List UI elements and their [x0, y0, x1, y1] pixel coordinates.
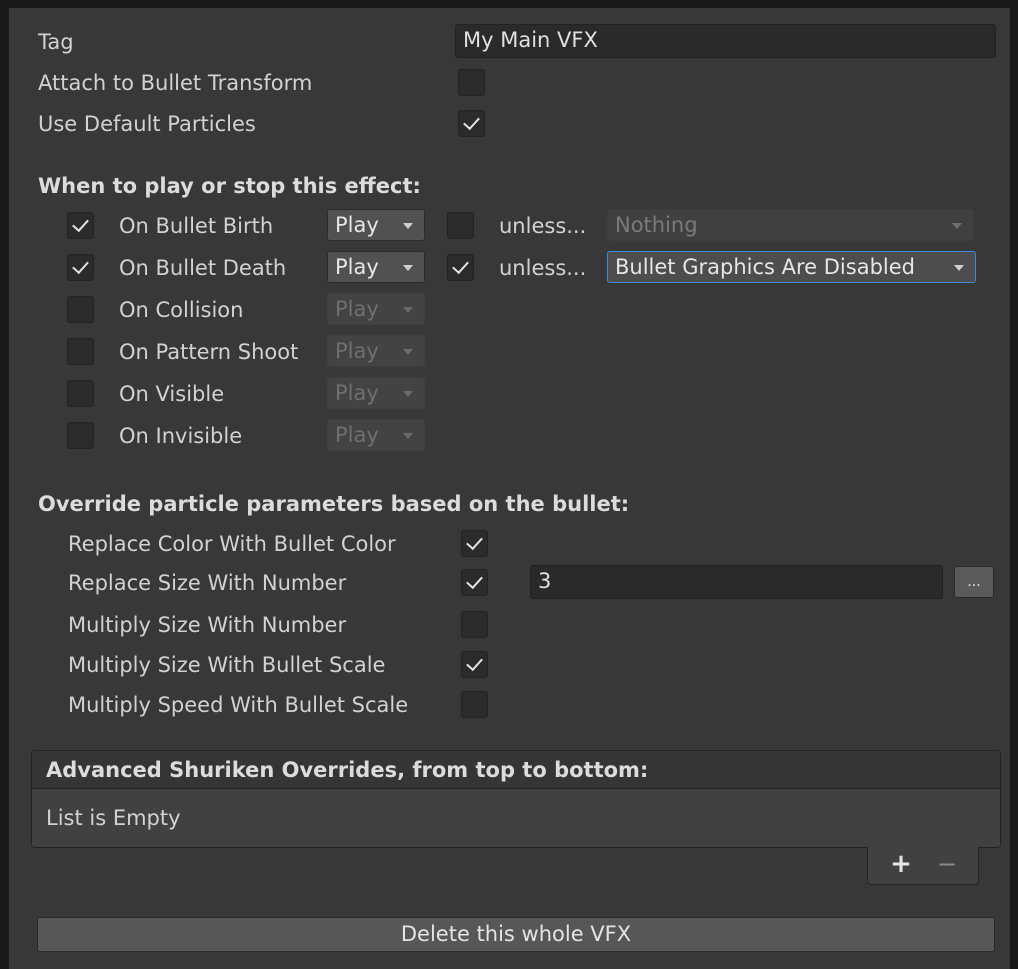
on-invisible-checkbox[interactable]	[67, 422, 94, 449]
dropdown-value: Play	[335, 381, 379, 405]
on-collision-checkbox[interactable]	[67, 296, 94, 323]
replace-color-label: Replace Color With Bullet Color	[68, 532, 396, 556]
advanced-overrides-list: Advanced Shuriken Overrides, from top to…	[31, 750, 1001, 848]
on-collision-action-dropdown[interactable]: Play	[327, 293, 425, 325]
multiply-speed-scale-checkbox[interactable]	[461, 691, 488, 718]
replace-color-checkbox[interactable]	[461, 530, 488, 557]
remove-item-button[interactable]: −	[930, 847, 964, 881]
on-pattern-shoot-action-dropdown[interactable]: Play	[327, 335, 425, 367]
on-bullet-death-condition-dropdown[interactable]: Bullet Graphics Are Disabled	[607, 251, 976, 283]
on-bullet-birth-action-dropdown[interactable]: Play	[327, 209, 425, 241]
more-options-button[interactable]: ...	[954, 566, 994, 598]
delete-vfx-button[interactable]: Delete this whole VFX	[37, 917, 995, 952]
multiply-size-number-label: Multiply Size With Number	[68, 613, 347, 637]
on-bullet-death-label: On Bullet Death	[119, 256, 287, 280]
multiply-size-number-checkbox[interactable]	[461, 611, 488, 638]
dropdown-value: Play	[335, 297, 379, 321]
caret-down-icon	[954, 265, 964, 271]
advanced-overrides-body: List is Empty	[32, 789, 1000, 847]
on-bullet-death-action-dropdown[interactable]: Play	[327, 251, 425, 283]
replace-size-label: Replace Size With Number	[68, 571, 347, 595]
on-bullet-birth-unless-label: unless...	[499, 214, 587, 238]
default-particles-checkbox[interactable]	[458, 110, 485, 137]
on-visible-action-dropdown[interactable]: Play	[327, 377, 425, 409]
tag-label: Tag	[38, 30, 74, 54]
replace-size-checkbox[interactable]	[461, 569, 488, 596]
caret-down-icon	[403, 391, 413, 397]
dropdown-value: Play	[335, 213, 379, 237]
multiply-speed-scale-label: Multiply Speed With Bullet Scale	[68, 693, 409, 717]
attach-transform-checkbox[interactable]	[458, 69, 485, 96]
caret-down-icon	[403, 433, 413, 439]
multiply-size-scale-checkbox[interactable]	[461, 651, 488, 678]
on-bullet-birth-checkbox[interactable]	[67, 212, 94, 239]
dropdown-value: Play	[335, 255, 379, 279]
on-visible-label: On Visible	[119, 382, 225, 406]
list-footer: + −	[867, 847, 979, 885]
on-bullet-birth-label: On Bullet Birth	[119, 214, 274, 238]
on-collision-label: On Collision	[119, 298, 244, 322]
replace-size-number-input[interactable]: 3	[530, 565, 943, 599]
on-bullet-death-unless-checkbox[interactable]	[447, 254, 474, 281]
caret-down-icon	[403, 307, 413, 313]
on-bullet-birth-unless-checkbox[interactable]	[447, 212, 474, 239]
override-section-heading: Override particle parameters based on th…	[38, 492, 630, 516]
caret-down-icon	[952, 223, 962, 229]
on-pattern-shoot-label: On Pattern Shoot	[119, 340, 299, 364]
list-empty-text: List is Empty	[46, 806, 181, 830]
caret-down-icon	[403, 349, 413, 355]
on-bullet-death-unless-label: unless...	[499, 256, 587, 280]
attach-transform-label: Attach to Bullet Transform	[38, 71, 313, 95]
dropdown-value: Play	[335, 423, 379, 447]
default-particles-label: Use Default Particles	[38, 112, 256, 136]
play-section-heading: When to play or stop this effect:	[38, 174, 421, 198]
caret-down-icon	[403, 265, 413, 271]
dropdown-value: Nothing	[615, 213, 698, 237]
on-invisible-action-dropdown[interactable]: Play	[327, 419, 425, 451]
dropdown-value: Bullet Graphics Are Disabled	[615, 255, 915, 279]
on-visible-checkbox[interactable]	[67, 380, 94, 407]
on-invisible-label: On Invisible	[119, 424, 243, 448]
vfx-inspector-panel: Tag My Main VFX Attach to Bullet Transfo…	[9, 8, 1010, 969]
add-item-button[interactable]: +	[884, 847, 918, 881]
dropdown-value: Play	[335, 339, 379, 363]
on-bullet-birth-condition-dropdown[interactable]: Nothing	[607, 209, 974, 241]
caret-down-icon	[403, 223, 413, 229]
tag-input[interactable]: My Main VFX	[455, 24, 996, 58]
advanced-overrides-header: Advanced Shuriken Overrides, from top to…	[32, 751, 1000, 789]
multiply-size-scale-label: Multiply Size With Bullet Scale	[68, 653, 386, 677]
on-bullet-death-checkbox[interactable]	[67, 254, 94, 281]
on-pattern-shoot-checkbox[interactable]	[67, 338, 94, 365]
